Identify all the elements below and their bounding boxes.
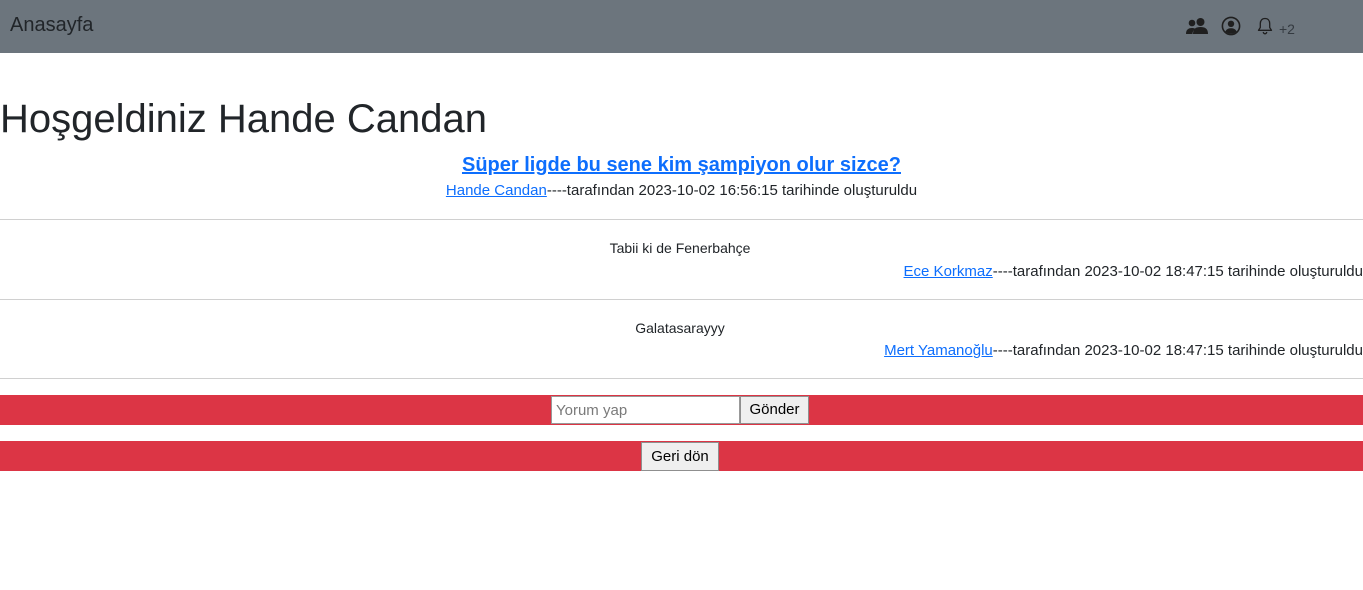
post-author-link[interactable]: Hande Candan bbox=[446, 182, 547, 199]
comment-text: Galatasarayyy bbox=[635, 320, 725, 336]
divider bbox=[0, 219, 1363, 220]
comment-author-link[interactable]: Mert Yamanoğlu bbox=[884, 342, 993, 359]
comment-meta-text: ----tarafından 2023-10-02 18:47:15 tarih… bbox=[992, 263, 1363, 280]
comment-input[interactable] bbox=[551, 396, 740, 424]
post-question-link[interactable]: Süper ligde bu sene kim şampiyon olur si… bbox=[462, 154, 901, 176]
comment-meta: Ece Korkmaz----tarafından 2023-10-02 18:… bbox=[363, 262, 1363, 282]
post-meta-text: ----tarafından 2023-10-02 16:56:15 tarih… bbox=[546, 182, 918, 199]
page-title: Hoşgeldiniz Hande Candan bbox=[0, 97, 487, 141]
divider bbox=[0, 378, 1363, 379]
person-circle-icon[interactable] bbox=[1219, 14, 1243, 38]
bell-icon[interactable] bbox=[1253, 14, 1277, 38]
comment-meta: Mert Yamanoğlu----tarafından 2023-10-02 … bbox=[363, 341, 1363, 361]
divider bbox=[0, 299, 1363, 300]
top-navbar: Anasayfa +2 bbox=[0, 0, 1363, 53]
comment-meta-text: ----tarafından 2023-10-02 18:47:15 tarih… bbox=[992, 342, 1363, 359]
notification-count: +2 bbox=[1279, 21, 1295, 37]
home-link[interactable]: Anasayfa bbox=[10, 14, 93, 37]
back-button[interactable]: Geri dön bbox=[641, 442, 719, 471]
comment-author-link[interactable]: Ece Korkmaz bbox=[904, 263, 993, 280]
send-comment-button[interactable]: Gönder bbox=[740, 396, 809, 424]
post-question: Süper ligde bu sene kim şampiyon olur si… bbox=[0, 152, 1363, 178]
comment-form: Gönder bbox=[0, 395, 1363, 425]
navbar-icons: +2 bbox=[1185, 14, 1295, 38]
people-icon[interactable] bbox=[1185, 14, 1209, 38]
post-meta: Hande Candan----tarafından 2023-10-02 16… bbox=[0, 181, 1363, 201]
comment-text: Tabii ki de Fenerbahçe bbox=[609, 240, 751, 256]
back-bar: Geri dön bbox=[0, 441, 1363, 471]
